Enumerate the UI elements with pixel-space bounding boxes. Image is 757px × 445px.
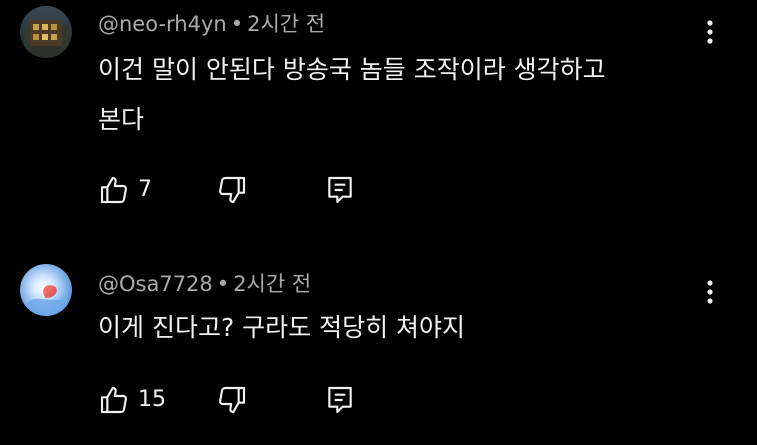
comment-time: 2시간 전 <box>233 272 312 296</box>
reply-button[interactable] <box>324 380 356 420</box>
author-name[interactable]: @Osa7728 <box>98 272 213 296</box>
like-count: 7 <box>138 177 152 202</box>
blue-red-photo-avatar-icon <box>20 264 72 316</box>
comment-2: @Osa7728 • 2시간 전 이게 진다고? 구라도 적당히 쳐야지 15 <box>0 258 757 445</box>
kebab-menu-icon <box>707 20 713 44</box>
comment-1: @neo-rh4yn • 2시간 전 이건 말이 안된다 방송국 놈들 조작이라 생… <box>0 0 757 230</box>
comment-text-line-1: 이게 진다고? 구라도 적당히 쳐야지 <box>98 313 466 342</box>
dislike-button[interactable] <box>216 170 248 210</box>
more-options-button[interactable] <box>696 274 724 310</box>
like-count: 15 <box>138 387 166 412</box>
comment-text-line-1: 이건 말이 안된다 방송국 놈들 조작이라 생각하고 <box>98 55 606 84</box>
like-button[interactable]: 7 <box>98 170 152 210</box>
reply-icon <box>328 176 352 204</box>
author-name[interactable]: @neo-rh4yn <box>98 12 227 36</box>
building-photo-avatar-icon <box>20 6 72 58</box>
reply-button[interactable] <box>324 170 356 210</box>
comment-meta: @neo-rh4yn • 2시간 전 <box>98 10 325 38</box>
meta-separator: • <box>230 12 244 36</box>
avatar[interactable] <box>20 264 72 316</box>
more-options-button[interactable] <box>696 14 724 50</box>
like-button[interactable]: 15 <box>98 380 166 420</box>
thumbs-up-icon <box>100 176 127 204</box>
kebab-menu-icon <box>707 280 713 304</box>
comment-time: 2시간 전 <box>247 12 326 36</box>
reply-icon <box>328 386 352 414</box>
avatar[interactable] <box>20 6 72 58</box>
thumbs-down-icon <box>219 176 246 204</box>
dislike-button[interactable] <box>216 380 248 420</box>
comment-text-line-2: 본다 <box>98 105 145 134</box>
thumbs-down-icon <box>219 386 246 414</box>
meta-separator: • <box>216 272 230 296</box>
thumbs-up-icon <box>100 386 127 414</box>
comment-meta: @Osa7728 • 2시간 전 <box>98 270 311 298</box>
